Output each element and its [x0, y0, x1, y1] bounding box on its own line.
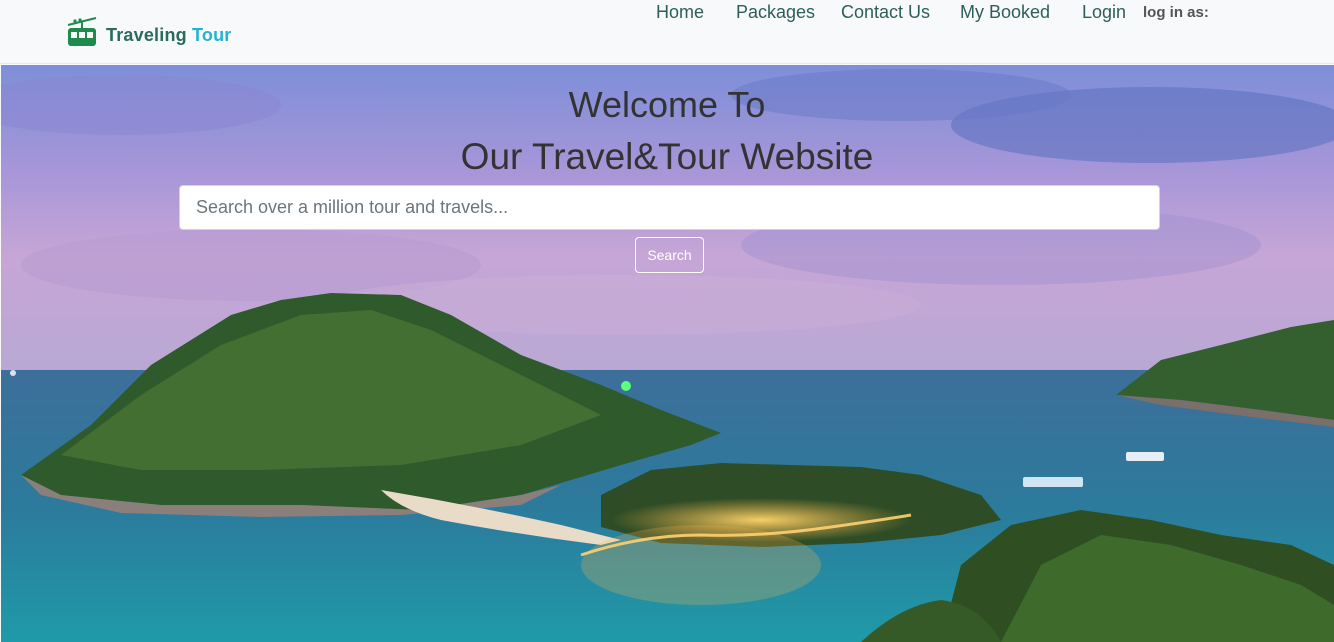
brand-name: Traveling Tour	[106, 24, 232, 45]
search-input[interactable]	[179, 185, 1160, 230]
login-status-text: log in as:	[1143, 4, 1209, 21]
nav-link-my-booked[interactable]: My Booked	[960, 0, 1050, 24]
cable-car-icon	[67, 17, 97, 46]
brand-logo[interactable]: Traveling Tour	[66, 16, 232, 48]
hero-title-line2: Our Travel&Tour Website	[460, 136, 874, 177]
navbar: Traveling Tour Home Packages Contact Us …	[0, 0, 1334, 64]
search-button[interactable]: Search	[635, 237, 704, 273]
nav-link-home[interactable]: Home	[656, 0, 704, 24]
nav-link-contact-us[interactable]: Contact Us	[841, 0, 930, 24]
nav-link-login[interactable]: Login	[1082, 0, 1126, 24]
nav-link-packages[interactable]: Packages	[736, 0, 815, 24]
hero-title-line1: Welcome To	[568, 84, 766, 125]
